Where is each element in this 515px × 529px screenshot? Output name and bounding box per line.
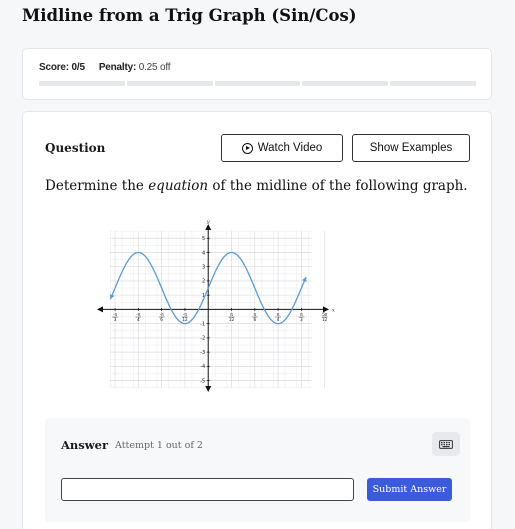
progress-segment [214,81,301,86]
x-tick-denominator: 6 [160,317,163,322]
show-examples-button[interactable]: Show Examples [352,134,470,162]
submit-answer-button[interactable]: Submit Answer [367,478,452,501]
question-card: Question Watch Video Show Examples Deter… [22,111,492,529]
trig-graph: xy-5-4-3-2-112345-π3-π4-π6-π12π12π6π4π35… [97,219,335,392]
x-tick-denominator: 12 [229,317,235,322]
progress-bar [39,81,476,86]
y-tick-label: -3 [200,350,205,356]
watch-video-button[interactable]: Watch Video [221,134,343,162]
play-circle-icon [241,142,253,154]
y-tick-label: -1 [200,321,205,327]
y-tick-label: 3 [202,265,205,271]
score-card: Score: 0/5 Penalty: 0.25 off [22,48,492,100]
y-tick-label: 4 [202,250,205,256]
x-tick-denominator: 3 [114,317,117,322]
keyboard-button[interactable] [432,432,460,456]
answer-label: Answer [61,438,109,452]
y-tick-label: -2 [200,336,205,342]
penalty-label: Penalty: [98,62,137,73]
progress-segment [126,81,213,86]
x-tick-denominator: 6 [253,317,256,322]
y-tick-label: 2 [202,279,205,285]
prompt-end: of the midline of the following graph. [208,178,468,194]
y-tick-label: -4 [200,364,205,370]
score-line: Score: 0/5 Penalty: 0.25 off [39,62,171,73]
y-tick-label: -5 [200,378,205,384]
x-tick-denominator: 12 [182,317,188,322]
y-tick-label: 5 [202,236,205,242]
answer-panel: Answer Attempt 1 out of 2 Submit Answer [45,418,470,522]
page-title: Midline from a Trig Graph (Sin/Cos) [22,6,357,25]
x-tick-denominator: 3 [300,317,303,322]
prompt-emphasis: equation [148,178,209,194]
watch-video-label: Watch Video [257,142,323,154]
score-value: Score: 0/5 [39,62,85,73]
x-tick-denominator: 4 [137,317,140,322]
progress-segment [302,81,389,86]
progress-segment [39,81,125,86]
question-label: Question [45,141,106,155]
y-axis-label: y [206,219,210,225]
question-prompt: Determine the equation of the midline of… [45,178,468,194]
keyboard-icon [439,439,453,449]
prompt-start: Determine the [45,178,149,194]
y-axis-arrow-bottom [205,386,212,392]
x-axis-arrow-left [97,306,103,313]
attempt-counter: Attempt 1 out of 2 [115,440,203,451]
x-axis-label: x [332,307,335,313]
penalty-value: 0.25 off [138,62,171,73]
answer-input[interactable] [61,478,354,501]
progress-segment [390,81,476,86]
x-tick-denominator: 4 [277,317,280,322]
x-tick-denominator: 12 [322,317,328,322]
